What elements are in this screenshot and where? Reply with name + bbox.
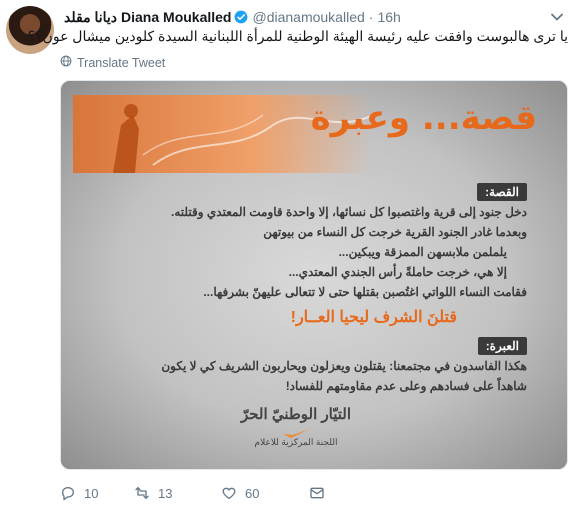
timestamp[interactable]: 16h bbox=[377, 9, 400, 25]
reply-button[interactable]: 10 bbox=[60, 484, 98, 502]
lesson-label: العبرة: bbox=[477, 337, 527, 355]
display-name-arabic[interactable]: ديانا مقلد bbox=[64, 9, 117, 26]
display-name[interactable]: Diana Moukalled bbox=[121, 9, 231, 25]
like-count: 60 bbox=[245, 485, 260, 501]
lesson-line: شاهداً على فسادهم وعلى عدم مقاومتهم للفس… bbox=[285, 379, 527, 393]
verified-badge-icon bbox=[234, 10, 248, 24]
envelope-icon bbox=[310, 487, 324, 499]
like-button[interactable]: 60 bbox=[221, 484, 259, 502]
party-checkmark-icon bbox=[283, 429, 309, 438]
story-line: إلا هي، خرجت حاملةً رأس الجندي المعتدي..… bbox=[288, 265, 507, 279]
tweet-text: يا ترى هالبوست وافقت عليه رئيسة الهيئة ا… bbox=[27, 28, 568, 44]
retweet-button[interactable]: 13 bbox=[134, 484, 172, 502]
chevron-down-icon[interactable] bbox=[550, 10, 564, 24]
tweet-header: ديانا مقلد Diana Moukalled @dianamoukall… bbox=[64, 8, 401, 26]
retweet-count: 13 bbox=[158, 485, 173, 501]
globe-icon bbox=[60, 55, 72, 70]
user-handle[interactable]: @dianamoukalled bbox=[252, 9, 364, 25]
translate-label: Translate Tweet bbox=[77, 55, 166, 70]
poster-image: قصة... وعبرة القصة: دخل جنود إلى قرية وا… bbox=[61, 81, 567, 469]
heart-icon bbox=[222, 487, 236, 499]
poster-slogan: قتلنَ الشرف ليحيا العــار! bbox=[290, 309, 457, 326]
lesson-line: هكذا الفاسدون في مجتمعنا: يقتلون ويعزلون… bbox=[161, 359, 527, 373]
story-line: وبعدما غادر الجنود القرية خرجت كل النساء… bbox=[263, 225, 527, 239]
direct-message-button[interactable] bbox=[309, 484, 325, 502]
story-line: يلملمن ملابسهن الممزقة ويبكين... bbox=[338, 245, 507, 259]
party-name: التيّار الوطنيّ الحرّ bbox=[240, 406, 352, 423]
tweet: ديانا مقلد Diana Moukalled @dianamoukall… bbox=[0, 0, 572, 505]
separator-dot: · bbox=[368, 9, 374, 25]
story-line: فقامت النساء اللواتي اغتُصبن بقتلها حتى … bbox=[203, 285, 527, 299]
tweet-media-image[interactable]: قصة... وعبرة القصة: دخل جنود إلى قرية وا… bbox=[60, 80, 568, 470]
poster-title: قصة... وعبرة bbox=[310, 98, 537, 138]
story-label: القصة: bbox=[477, 183, 527, 201]
retweet-icon bbox=[135, 487, 149, 499]
party-logo: التيّار الوطنيّ الحرّ اللجنة المركزية لل… bbox=[231, 405, 361, 448]
reply-count: 10 bbox=[84, 485, 99, 501]
translate-tweet-link[interactable]: Translate Tweet bbox=[60, 55, 165, 70]
reply-icon bbox=[62, 487, 74, 501]
story-line: دخل جنود إلى قرية واغتصبوا كل نسائها، إل… bbox=[171, 205, 527, 219]
